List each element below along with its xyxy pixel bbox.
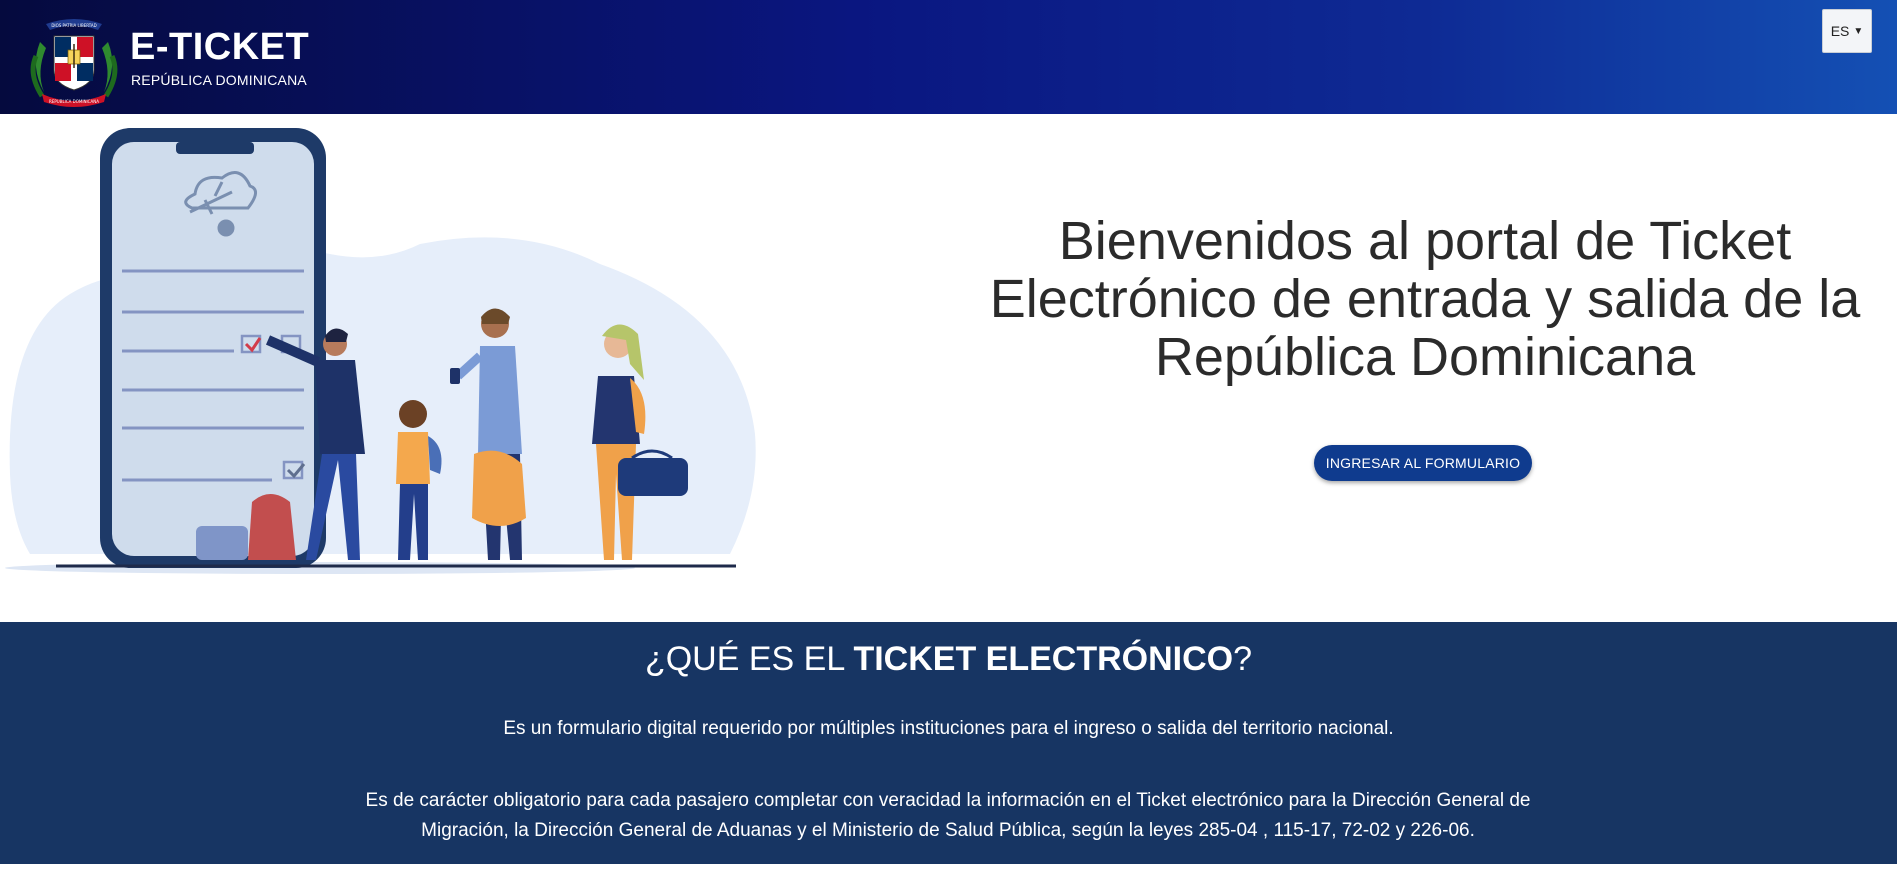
language-caret-icon: ▼ [1853,25,1864,37]
coat-of-arms-logo[interactable]: DIOS PATRIA LIBERTAD REPUBLICA DOMINICAN… [26,12,122,110]
hero-title: Bienvenidos al portal de Ticket Electrón… [989,211,1861,387]
info-title: ¿QUÉ ES EL TICKET ELECTRÓNICO? [0,640,1897,679]
hero-illustration [0,114,770,584]
language-select[interactable]: ES ▼ [1822,9,1872,53]
info-paragraph-2: Es de carácter obligatorio para cada pas… [365,790,1531,841]
info-paragraph-1: Es un formulario digital requerido por m… [503,718,1394,739]
info-title-prefix: ¿QUÉ ES EL [644,640,854,678]
brand-title: E-TICKET [130,26,310,68]
language-selected-value: ES [1830,23,1850,39]
info-title-bold: TICKET ELECTRÓNICO [853,640,1234,678]
info-title-suffix: ? [1233,640,1253,678]
enter-form-button[interactable]: INGRESAR AL FORMULARIO [1314,445,1532,481]
svg-text:DIOS PATRIA LIBERTAD: DIOS PATRIA LIBERTAD [51,23,96,28]
site-header: DIOS PATRIA LIBERTAD REPUBLICA DOMINICAN… [0,0,1897,114]
brand-subtitle: REPÚBLICA DOMINICANA [131,72,307,88]
svg-text:REPUBLICA DOMINICANA: REPUBLICA DOMINICANA [49,99,99,104]
